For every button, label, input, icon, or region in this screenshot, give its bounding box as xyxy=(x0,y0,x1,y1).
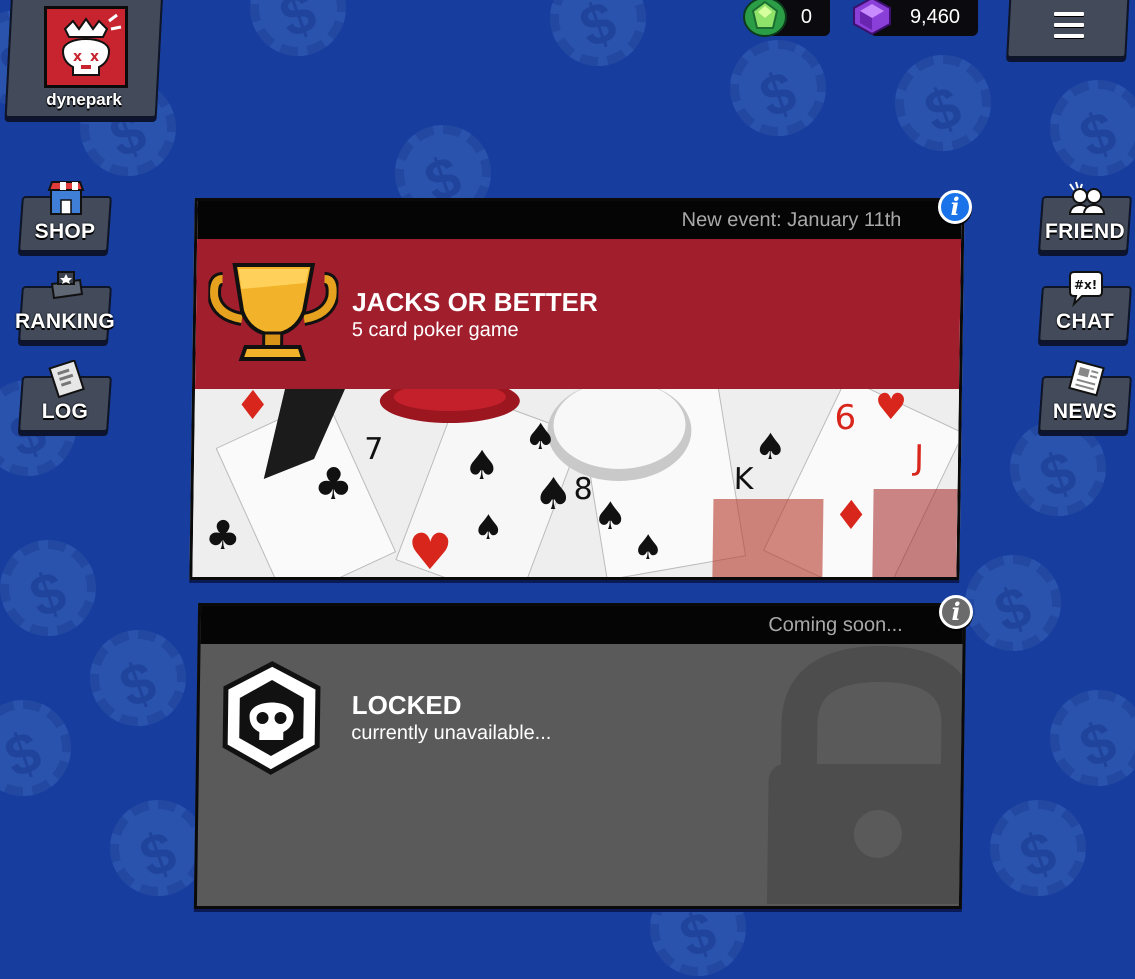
shop-label: SHOP xyxy=(34,220,96,243)
menu-button[interactable] xyxy=(1006,0,1130,58)
svg-text:♥: ♥ xyxy=(874,389,907,428)
skull-crown-icon: x x xyxy=(61,13,122,76)
svg-text:6: 6 xyxy=(834,398,856,438)
svg-text:♠: ♠ xyxy=(524,417,557,458)
log-button[interactable]: LOG xyxy=(18,360,112,432)
log-label: LOG xyxy=(41,400,89,423)
svg-text:♦: ♦ xyxy=(234,389,270,429)
friend-button[interactable]: FRIEND xyxy=(1038,181,1132,252)
locked-title: LOCKED xyxy=(351,690,462,720)
event-header: New event: January 11th xyxy=(197,201,962,239)
svg-text:♥: ♥ xyxy=(407,523,453,577)
poker-cards-image: ♦ ♣ ♣ 7 ♥ ♠ ♠ ♠ ♠ ♠ 8 ♠ K 6 ♥ ♦ J ♠ xyxy=(192,389,959,577)
svg-text:x: x xyxy=(90,49,99,65)
ranking-icon xyxy=(50,271,84,300)
svg-text:♣: ♣ xyxy=(313,459,353,510)
svg-text:♠: ♠ xyxy=(464,443,500,489)
skull-badge-icon xyxy=(222,661,321,775)
chat-button[interactable]: #x! CHAT xyxy=(1038,271,1132,342)
svg-text:J: J xyxy=(912,438,925,478)
newspaper-icon xyxy=(1068,360,1105,397)
ranking-label: RANKING xyxy=(14,310,116,333)
svg-text:♠: ♠ xyxy=(533,469,573,520)
svg-text:#x!: #x! xyxy=(1074,278,1097,292)
shop-button[interactable]: SHOP xyxy=(18,181,112,252)
locked-game-card[interactable]: Coming soon... LOCKED currently unavaila… xyxy=(193,603,967,909)
locked-header-text: Coming soon... xyxy=(768,614,903,636)
ranking-button[interactable]: RANKING xyxy=(15,271,115,342)
avatar: x x xyxy=(44,6,128,88)
locked-header: Coming soon... xyxy=(200,606,964,644)
username: dynepark xyxy=(46,90,122,109)
purple-gem-icon xyxy=(853,0,891,36)
news-label: NEWS xyxy=(1052,400,1118,423)
svg-text:7: 7 xyxy=(364,432,384,467)
friend-label: FRIEND xyxy=(1045,220,1125,243)
hamburger-menu-icon xyxy=(1054,12,1084,38)
jacks-or-better-card[interactable]: New event: January 11th JACKS OR BETTER … xyxy=(189,198,965,580)
svg-text:K: K xyxy=(733,462,754,497)
trophy-icon xyxy=(207,263,339,361)
chat-bubble-icon: #x! xyxy=(1069,271,1103,308)
svg-text:♣: ♣ xyxy=(205,513,241,559)
purple-gems-value: 9,460 xyxy=(909,6,960,28)
locked-subtitle: currently unavailable... xyxy=(351,722,552,744)
friends-icon xyxy=(1068,181,1106,215)
game-subtitle: 5 card poker game xyxy=(351,319,519,341)
svg-text:♠: ♠ xyxy=(633,528,664,568)
svg-text:x: x xyxy=(73,49,82,65)
svg-text:♠: ♠ xyxy=(473,508,504,548)
event-header-text: New event: January 11th xyxy=(681,209,902,231)
green-gems-value: 0 xyxy=(800,6,812,28)
game-title: JACKS OR BETTER xyxy=(352,287,599,317)
news-button[interactable]: NEWS xyxy=(1038,360,1132,432)
svg-text:♠: ♠ xyxy=(593,494,628,538)
log-icon xyxy=(48,360,85,398)
locked-info-button[interactable]: i xyxy=(939,595,973,629)
profile-button[interactable]: x x dynepark xyxy=(4,0,164,118)
green-gem-icon xyxy=(743,0,787,37)
chat-label: CHAT xyxy=(1056,310,1114,333)
event-info-button[interactable]: i xyxy=(938,190,972,224)
padlock-watermark-icon xyxy=(766,645,967,904)
svg-text:8: 8 xyxy=(573,472,593,507)
svg-text:♦: ♦ xyxy=(833,493,869,539)
svg-text:♠: ♠ xyxy=(754,427,787,468)
event-banner: JACKS OR BETTER 5 card poker game xyxy=(195,239,962,389)
shop-icon xyxy=(47,181,85,215)
